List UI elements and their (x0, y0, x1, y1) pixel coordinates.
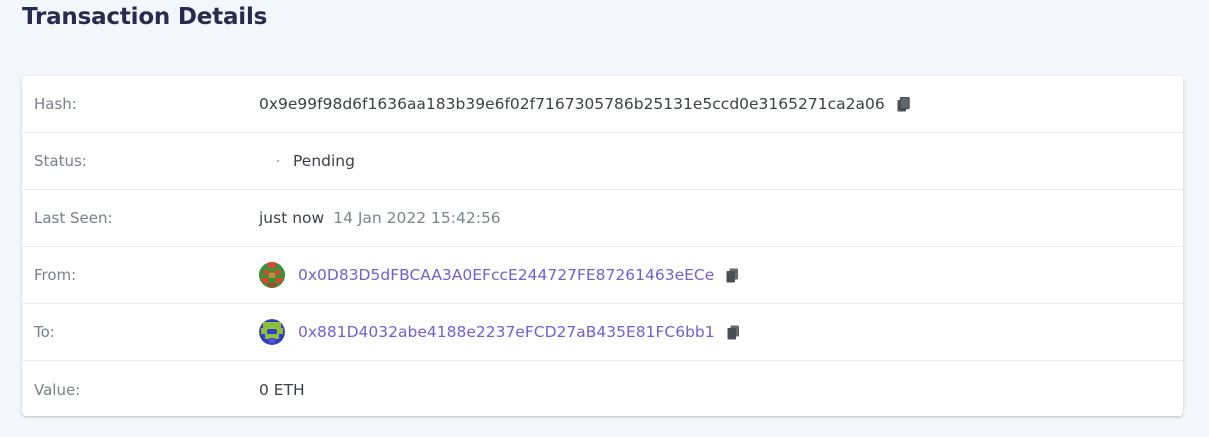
from-address-link[interactable]: 0x0D83D5dFBCAA3A0EFccE244727FE87261463eE… (298, 266, 714, 284)
to-value-container: 0x881D4032abe4188e2237eFCD27aB435E81FC6b… (259, 319, 740, 345)
to-address-link[interactable]: 0x881D4032abe4188e2237eFCD27aB435E81FC6b… (298, 323, 715, 341)
from-value-container: 0x0D83D5dFBCAA3A0EFccE244727FE87261463eE… (259, 262, 739, 288)
last-seen-row: Last Seen: just now 14 Jan 2022 15:42:56 (22, 190, 1183, 247)
value-label: Value: (34, 380, 81, 399)
to-row: To: 0x881D4032abe4188e2237eFCD27aB435E81… (22, 304, 1183, 361)
status-row: Status: Pending (22, 133, 1183, 190)
status-value-container: Pending (259, 152, 355, 170)
last-seen-label: Last Seen: (34, 209, 113, 227)
value-amount: 0 ETH (259, 380, 305, 399)
hash-row: Hash: 0x9e99f98d6f1636aa183b39e6f02f7167… (22, 76, 1183, 133)
last-seen-value-container: just now 14 Jan 2022 15:42:56 (259, 209, 501, 227)
copy-icon[interactable] (897, 96, 910, 112)
status-indicator (277, 160, 279, 162)
hash-value: 0x9e99f98d6f1636aa183b39e6f02f7167305786… (259, 95, 885, 113)
copy-icon[interactable] (726, 268, 739, 283)
page-title: Transaction Details (22, 4, 268, 30)
transaction-details-card: Hash: 0x9e99f98d6f1636aa183b39e6f02f7167… (22, 76, 1183, 416)
hash-label: Hash: (34, 95, 77, 113)
status-value: Pending (293, 152, 355, 170)
from-avatar-icon (259, 262, 285, 288)
last-seen-timestamp: 14 Jan 2022 15:42:56 (333, 209, 501, 227)
from-label: From: (34, 266, 77, 284)
hash-value-container: 0x9e99f98d6f1636aa183b39e6f02f7167305786… (259, 95, 910, 113)
last-seen-relative: just now (259, 209, 325, 227)
copy-icon[interactable] (727, 325, 740, 340)
value-amount-container: 0 ETH (259, 381, 305, 399)
status-label: Status: (34, 152, 87, 170)
to-avatar-icon (259, 319, 285, 345)
value-row: Value: 0 ETH (22, 361, 1183, 418)
from-row: From: 0x0D83D5dFBCAA3A0EFccE244727FE8726… (22, 247, 1183, 304)
to-label: To: (34, 323, 55, 341)
